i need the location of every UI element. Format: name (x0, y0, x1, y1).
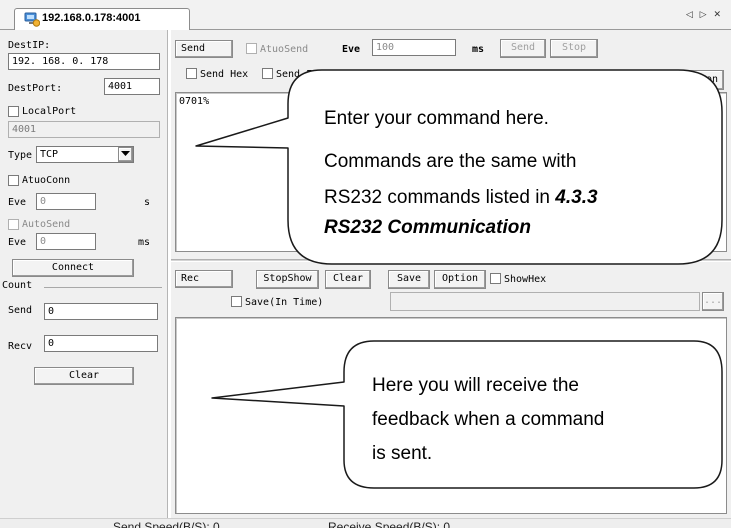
bottom-callout-line3: is sent. (372, 443, 433, 464)
top-callout-line1: Enter your command here. (324, 108, 549, 129)
section-title-reference: RS232 Communication (324, 217, 531, 238)
top-callout-line3: RS232 commands listed in 4.3.3 (324, 184, 598, 211)
bottom-callout-line2: feedback when a command (372, 409, 605, 430)
top-callout-line2: Commands are the same with (324, 151, 577, 172)
section-reference: 4.3.3 (555, 187, 598, 208)
callout-overlay (195, 69, 723, 489)
bottom-callout-line1: Here you will receive the (372, 375, 579, 396)
top-callout-line3-text: RS232 commands listed in (324, 187, 556, 208)
